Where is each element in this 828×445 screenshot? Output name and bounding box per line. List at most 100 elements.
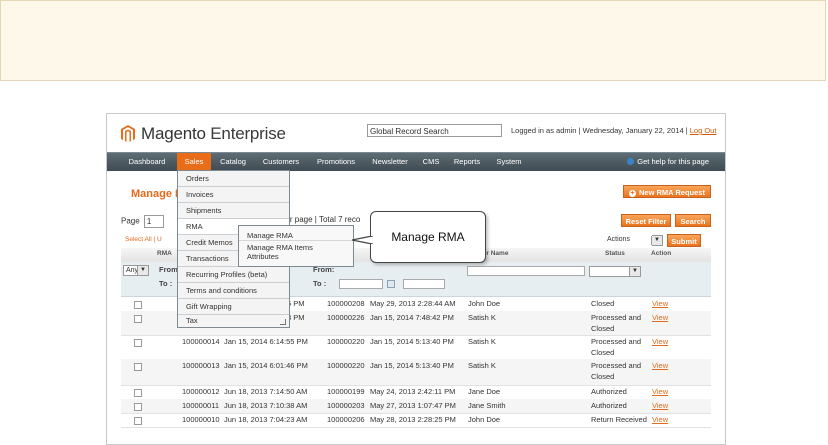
rma-date: Jun 18, 2013 7:04:23 AM [224, 415, 308, 424]
new-rma-label: New RMA Request [639, 188, 705, 197]
order-date: May 27, 2013 1:07:47 PM [370, 401, 456, 410]
help-link[interactable]: Get help for this page [627, 153, 709, 171]
menu-item-terms-and-conditions[interactable]: Terms and conditions [178, 283, 289, 299]
calendar-icon[interactable] [387, 280, 395, 288]
order-number: 100000208 [327, 299, 365, 308]
search-button[interactable]: Search [675, 214, 711, 227]
row-checkbox[interactable] [134, 339, 142, 347]
status-filter-select[interactable]: ▼ [589, 266, 641, 277]
nav-reports[interactable]: Reports [449, 153, 485, 171]
rma-number: 100000013 [182, 361, 220, 370]
rma-date: Jun 18, 2013 7:14:50 AM [224, 387, 308, 396]
order-date: May 28, 2013 2:28:25 PM [370, 415, 456, 424]
view-link[interactable]: View [652, 361, 668, 370]
plus-icon: + [629, 190, 636, 197]
customer-name: Jane Doe [468, 387, 501, 396]
menu-item-shipments[interactable]: Shipments [178, 203, 289, 219]
order-date: May 24, 2013 2:42:11 PM [370, 387, 456, 396]
row-checkbox[interactable] [134, 403, 142, 411]
status: Return Received [591, 415, 647, 424]
table-row[interactable]: 100000012 Jun 18, 2013 7:14:50 AM 100000… [121, 385, 711, 400]
pager-label: Page [121, 216, 140, 226]
nav-sales[interactable]: Sales [177, 153, 211, 171]
view-link[interactable]: View [652, 299, 668, 308]
logout-link[interactable]: Log Out [690, 126, 717, 135]
rma-number: 100000011 [182, 401, 219, 410]
help-label: Get help for this page [637, 157, 709, 166]
view-link[interactable]: View [652, 401, 668, 410]
status: Closed [591, 299, 615, 308]
row-checkbox[interactable] [134, 363, 142, 371]
view-link[interactable]: View [652, 313, 668, 322]
select-all-link[interactable]: Select All | U [125, 236, 162, 243]
status-line-2: Closed [591, 348, 615, 357]
col-rma[interactable]: RMA [157, 250, 172, 257]
view-link[interactable]: View [652, 415, 668, 424]
chevron-down-icon: ▼ [651, 236, 662, 245]
nav-promotions[interactable]: Promotions [311, 153, 361, 171]
massaction-any-select[interactable]: Any ▼ [123, 265, 149, 276]
table-row[interactable]: 100000014 Jan 15, 2014 6:14:55 PM 100000… [121, 335, 711, 360]
reset-filter-button[interactable]: Reset Filter [621, 214, 671, 227]
date-to-input[interactable] [403, 279, 445, 289]
order-number: 100000226 [327, 313, 365, 322]
submit-button[interactable]: Submit [667, 234, 701, 247]
callout-annotation: Manage RMA [370, 211, 486, 263]
actions-select[interactable]: ▼ [651, 235, 663, 246]
main-nav: Dashboard Sales Catalog Customers Promot… [107, 152, 725, 171]
status-line-2: Closed [591, 372, 615, 381]
rma-date: Jan 15, 2014 6:01:46 PM [224, 361, 308, 370]
rma-date: Jun 18, 2013 7:10:38 AM [224, 401, 308, 410]
order-number: 100000220 [327, 337, 365, 346]
view-link[interactable]: View [652, 337, 668, 346]
status: Processed and [591, 361, 642, 370]
nav-cms[interactable]: CMS [419, 153, 443, 171]
table-row[interactable]: 100000010 Jun 18, 2013 7:04:23 AM 100000… [121, 413, 711, 428]
status-line-2: Closed [591, 324, 615, 333]
order-number: 100000203 [327, 401, 365, 410]
menu-item-recurring-profiles[interactable]: Recurring Profiles (beta) [178, 267, 289, 283]
submenu-item-manage-rma-items-attributes[interactable]: Manage RMA Items Attributes [239, 243, 335, 261]
menu-item-orders[interactable]: Orders [178, 171, 289, 187]
view-link[interactable]: View [652, 387, 668, 396]
per-page-text: per page | Total 7 reco [281, 215, 361, 224]
to-label: To : [159, 279, 173, 288]
customer-name-filter-input[interactable] [467, 266, 585, 276]
submenu-item-manage-rma[interactable]: Manage RMA [239, 230, 353, 241]
order-date: Jan 15, 2014 5:13:40 PM [370, 337, 454, 346]
row-checkbox[interactable] [134, 315, 142, 323]
global-record-search-input[interactable]: Global Record Search [367, 124, 502, 137]
nav-system[interactable]: System [491, 153, 527, 171]
row-checkbox[interactable] [134, 417, 142, 425]
col-status[interactable]: Status [605, 250, 625, 257]
header-user-info: Logged in as admin | Wednesday, January … [511, 126, 716, 135]
menu-item-invoices[interactable]: Invoices [178, 187, 289, 203]
nav-dashboard[interactable]: Dashboard [123, 153, 171, 171]
new-rma-request-button[interactable]: + New RMA Request [623, 185, 711, 198]
admin-header: Magento Enterprise Global Record Search … [107, 114, 725, 150]
from-label: From [159, 265, 178, 274]
order-number: 100000220 [327, 361, 365, 370]
order-date: Jan 15, 2014 5:13:40 PM [370, 361, 454, 370]
nav-catalog[interactable]: Catalog [215, 153, 251, 171]
order-date-to-input[interactable] [339, 279, 383, 289]
actions-label: Actions [607, 236, 630, 243]
user-info-text: Logged in as admin | Wednesday, January … [511, 126, 688, 135]
order-date: May 29, 2013 2:28:44 AM [370, 299, 456, 308]
row-checkbox[interactable] [134, 389, 142, 397]
status: Processed and [591, 313, 642, 322]
table-row[interactable]: 100000011 Jun 18, 2013 7:10:38 AM 100000… [121, 399, 711, 414]
menu-item-tax[interactable]: Tax [178, 313, 289, 329]
callout-pointer [352, 236, 373, 244]
nav-newsletter[interactable]: Newsletter [365, 153, 415, 171]
page-number-input[interactable]: 1 [143, 215, 164, 228]
rma-number: 100000012 [182, 387, 220, 396]
status: Processed and [591, 337, 642, 346]
customer-name: John Doe [468, 299, 501, 308]
nav-customers[interactable]: Customers [257, 153, 305, 171]
table-row[interactable]: 100000013 Jan 15, 2014 6:01:46 PM 100000… [121, 359, 711, 386]
help-icon [627, 158, 635, 165]
rma-submenu: Manage RMA Manage RMA Items Attributes [238, 225, 354, 267]
to-label-2: To : [313, 279, 327, 288]
row-checkbox[interactable] [134, 301, 142, 309]
